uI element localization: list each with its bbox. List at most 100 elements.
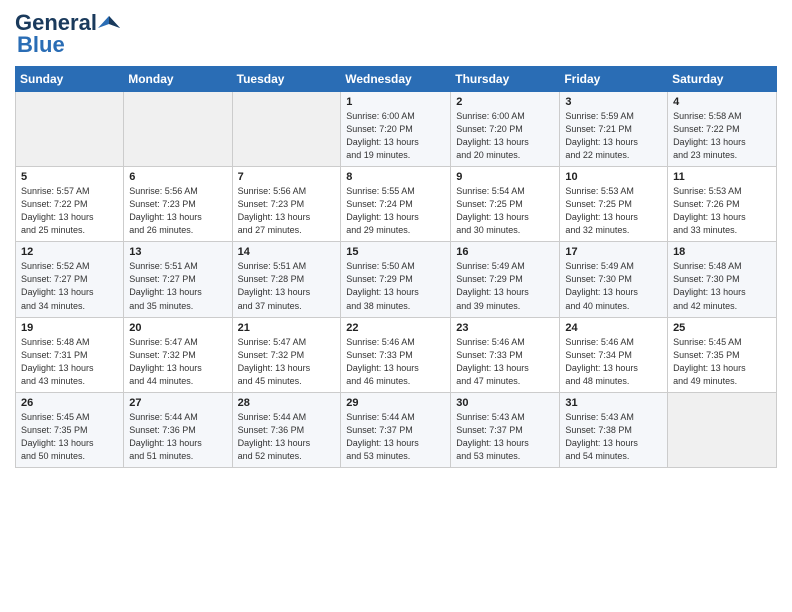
day-info-line: Sunset: 7:30 PM bbox=[565, 274, 632, 284]
day-info-line: Daylight: 13 hours bbox=[129, 212, 202, 222]
day-info-line: Sunrise: 5:49 AM bbox=[456, 261, 525, 271]
day-info-line: and 42 minutes. bbox=[673, 301, 737, 311]
calendar-cell: 15Sunrise: 5:50 AMSunset: 7:29 PMDayligh… bbox=[341, 242, 451, 317]
day-info-line: and 25 minutes. bbox=[21, 225, 85, 235]
calendar-table: SundayMondayTuesdayWednesdayThursdayFrid… bbox=[15, 66, 777, 468]
day-info-line: Daylight: 13 hours bbox=[456, 137, 529, 147]
day-info-line: Daylight: 13 hours bbox=[346, 137, 419, 147]
day-info: Sunrise: 5:44 AMSunset: 7:37 PMDaylight:… bbox=[346, 411, 445, 463]
day-info: Sunrise: 5:57 AMSunset: 7:22 PMDaylight:… bbox=[21, 185, 118, 237]
day-info: Sunrise: 5:56 AMSunset: 7:23 PMDaylight:… bbox=[238, 185, 336, 237]
calendar-cell: 14Sunrise: 5:51 AMSunset: 7:28 PMDayligh… bbox=[232, 242, 341, 317]
day-info: Sunrise: 5:48 AMSunset: 7:30 PMDaylight:… bbox=[673, 260, 771, 312]
day-info-line: Sunrise: 5:51 AM bbox=[238, 261, 307, 271]
day-info-line: and 46 minutes. bbox=[346, 376, 410, 386]
day-info: Sunrise: 5:43 AMSunset: 7:37 PMDaylight:… bbox=[456, 411, 554, 463]
calendar-cell: 2Sunrise: 6:00 AMSunset: 7:20 PMDaylight… bbox=[451, 92, 560, 167]
day-info-line: Sunset: 7:20 PM bbox=[456, 124, 523, 134]
calendar-cell bbox=[124, 92, 232, 167]
day-info-line: Daylight: 13 hours bbox=[346, 287, 419, 297]
day-info-line: and 35 minutes. bbox=[129, 301, 193, 311]
calendar-cell: 12Sunrise: 5:52 AMSunset: 7:27 PMDayligh… bbox=[16, 242, 124, 317]
day-number: 8 bbox=[346, 171, 445, 183]
day-info-line: and 38 minutes. bbox=[346, 301, 410, 311]
day-info-line: Daylight: 13 hours bbox=[346, 212, 419, 222]
calendar-week-2: 5Sunrise: 5:57 AMSunset: 7:22 PMDaylight… bbox=[16, 167, 777, 242]
calendar-cell: 9Sunrise: 5:54 AMSunset: 7:25 PMDaylight… bbox=[451, 167, 560, 242]
weekday-header-thursday: Thursday bbox=[451, 67, 560, 92]
weekday-header-wednesday: Wednesday bbox=[341, 67, 451, 92]
calendar-cell: 18Sunrise: 5:48 AMSunset: 7:30 PMDayligh… bbox=[668, 242, 777, 317]
day-number: 16 bbox=[456, 246, 554, 258]
day-info: Sunrise: 5:55 AMSunset: 7:24 PMDaylight:… bbox=[346, 185, 445, 237]
day-info-line: and 30 minutes. bbox=[456, 225, 520, 235]
calendar-cell: 22Sunrise: 5:46 AMSunset: 7:33 PMDayligh… bbox=[341, 317, 451, 392]
day-info-line: Sunset: 7:27 PM bbox=[129, 274, 196, 284]
day-info-line: Sunset: 7:23 PM bbox=[238, 199, 305, 209]
day-info-line: Sunrise: 5:44 AM bbox=[346, 412, 415, 422]
day-number: 11 bbox=[673, 171, 771, 183]
day-info-line: Sunset: 7:28 PM bbox=[238, 274, 305, 284]
weekday-header-sunday: Sunday bbox=[16, 67, 124, 92]
day-info-line: Daylight: 13 hours bbox=[565, 438, 638, 448]
day-info-line: Sunrise: 5:46 AM bbox=[456, 337, 525, 347]
day-info-line: Daylight: 13 hours bbox=[565, 212, 638, 222]
day-info-line: and 39 minutes. bbox=[456, 301, 520, 311]
day-info-line: and 19 minutes. bbox=[346, 150, 410, 160]
day-number: 19 bbox=[21, 322, 118, 334]
day-info-line: and 50 minutes. bbox=[21, 451, 85, 461]
day-info-line: Sunset: 7:30 PM bbox=[673, 274, 740, 284]
day-info-line: Daylight: 13 hours bbox=[129, 363, 202, 373]
day-info: Sunrise: 5:52 AMSunset: 7:27 PMDaylight:… bbox=[21, 260, 118, 312]
calendar-cell: 10Sunrise: 5:53 AMSunset: 7:25 PMDayligh… bbox=[560, 167, 668, 242]
day-info: Sunrise: 5:46 AMSunset: 7:34 PMDaylight:… bbox=[565, 336, 662, 388]
day-number: 20 bbox=[129, 322, 226, 334]
weekday-header-row: SundayMondayTuesdayWednesdayThursdayFrid… bbox=[16, 67, 777, 92]
logo-bird-icon bbox=[98, 14, 120, 32]
day-info-line: Sunset: 7:29 PM bbox=[346, 274, 413, 284]
day-info-line: Sunset: 7:33 PM bbox=[346, 350, 413, 360]
day-info-line: Daylight: 13 hours bbox=[565, 363, 638, 373]
day-info: Sunrise: 5:45 AMSunset: 7:35 PMDaylight:… bbox=[673, 336, 771, 388]
day-info-line: Sunset: 7:35 PM bbox=[673, 350, 740, 360]
day-info-line: Sunrise: 5:48 AM bbox=[673, 261, 742, 271]
day-info-line: Sunset: 7:22 PM bbox=[673, 124, 740, 134]
calendar-cell: 25Sunrise: 5:45 AMSunset: 7:35 PMDayligh… bbox=[668, 317, 777, 392]
day-number: 24 bbox=[565, 322, 662, 334]
calendar-cell: 1Sunrise: 6:00 AMSunset: 7:20 PMDaylight… bbox=[341, 92, 451, 167]
calendar-cell: 13Sunrise: 5:51 AMSunset: 7:27 PMDayligh… bbox=[124, 242, 232, 317]
day-info: Sunrise: 5:51 AMSunset: 7:28 PMDaylight:… bbox=[238, 260, 336, 312]
calendar-week-4: 19Sunrise: 5:48 AMSunset: 7:31 PMDayligh… bbox=[16, 317, 777, 392]
day-info-line: and 52 minutes. bbox=[238, 451, 302, 461]
calendar-cell: 31Sunrise: 5:43 AMSunset: 7:38 PMDayligh… bbox=[560, 392, 668, 467]
day-info-line: Daylight: 13 hours bbox=[129, 287, 202, 297]
calendar-cell: 5Sunrise: 5:57 AMSunset: 7:22 PMDaylight… bbox=[16, 167, 124, 242]
day-number: 30 bbox=[456, 397, 554, 409]
day-number: 14 bbox=[238, 246, 336, 258]
day-info-line: Daylight: 13 hours bbox=[129, 438, 202, 448]
day-info: Sunrise: 5:56 AMSunset: 7:23 PMDaylight:… bbox=[129, 185, 226, 237]
calendar-cell: 30 Sunrise: 5:43 AMSunset: 7:37 PMDayligh… bbox=[451, 392, 560, 467]
day-info-line: and 48 minutes. bbox=[565, 376, 629, 386]
day-info-line: Sunrise: 5:54 AM bbox=[456, 186, 525, 196]
day-info-line: Sunset: 7:38 PM bbox=[565, 425, 632, 435]
day-info-line: Daylight: 13 hours bbox=[238, 438, 311, 448]
day-info-line: Sunrise: 6:00 AM bbox=[346, 111, 415, 121]
calendar-cell: 17Sunrise: 5:49 AMSunset: 7:30 PMDayligh… bbox=[560, 242, 668, 317]
day-info-line: Sunrise: 6:00 AM bbox=[456, 111, 525, 121]
day-number: 29 bbox=[346, 397, 445, 409]
day-info-line: Daylight: 13 hours bbox=[565, 287, 638, 297]
day-number: 7 bbox=[238, 171, 336, 183]
day-info-line: Daylight: 13 hours bbox=[673, 212, 746, 222]
day-info-line: Sunrise: 5:56 AM bbox=[238, 186, 307, 196]
day-info: Sunrise: 5:53 AMSunset: 7:26 PMDaylight:… bbox=[673, 185, 771, 237]
day-number: 13 bbox=[129, 246, 226, 258]
weekday-header-tuesday: Tuesday bbox=[232, 67, 341, 92]
calendar-week-5: 26Sunrise: 5:45 AMSunset: 7:35 PMDayligh… bbox=[16, 392, 777, 467]
day-info-line: Sunset: 7:32 PM bbox=[129, 350, 196, 360]
day-info-line: Daylight: 13 hours bbox=[456, 287, 529, 297]
day-info-line: Sunset: 7:37 PM bbox=[346, 425, 413, 435]
day-info: Sunrise: 5:44 AMSunset: 7:36 PMDaylight:… bbox=[238, 411, 336, 463]
calendar-cell: 19Sunrise: 5:48 AMSunset: 7:31 PMDayligh… bbox=[16, 317, 124, 392]
day-number: 9 bbox=[456, 171, 554, 183]
